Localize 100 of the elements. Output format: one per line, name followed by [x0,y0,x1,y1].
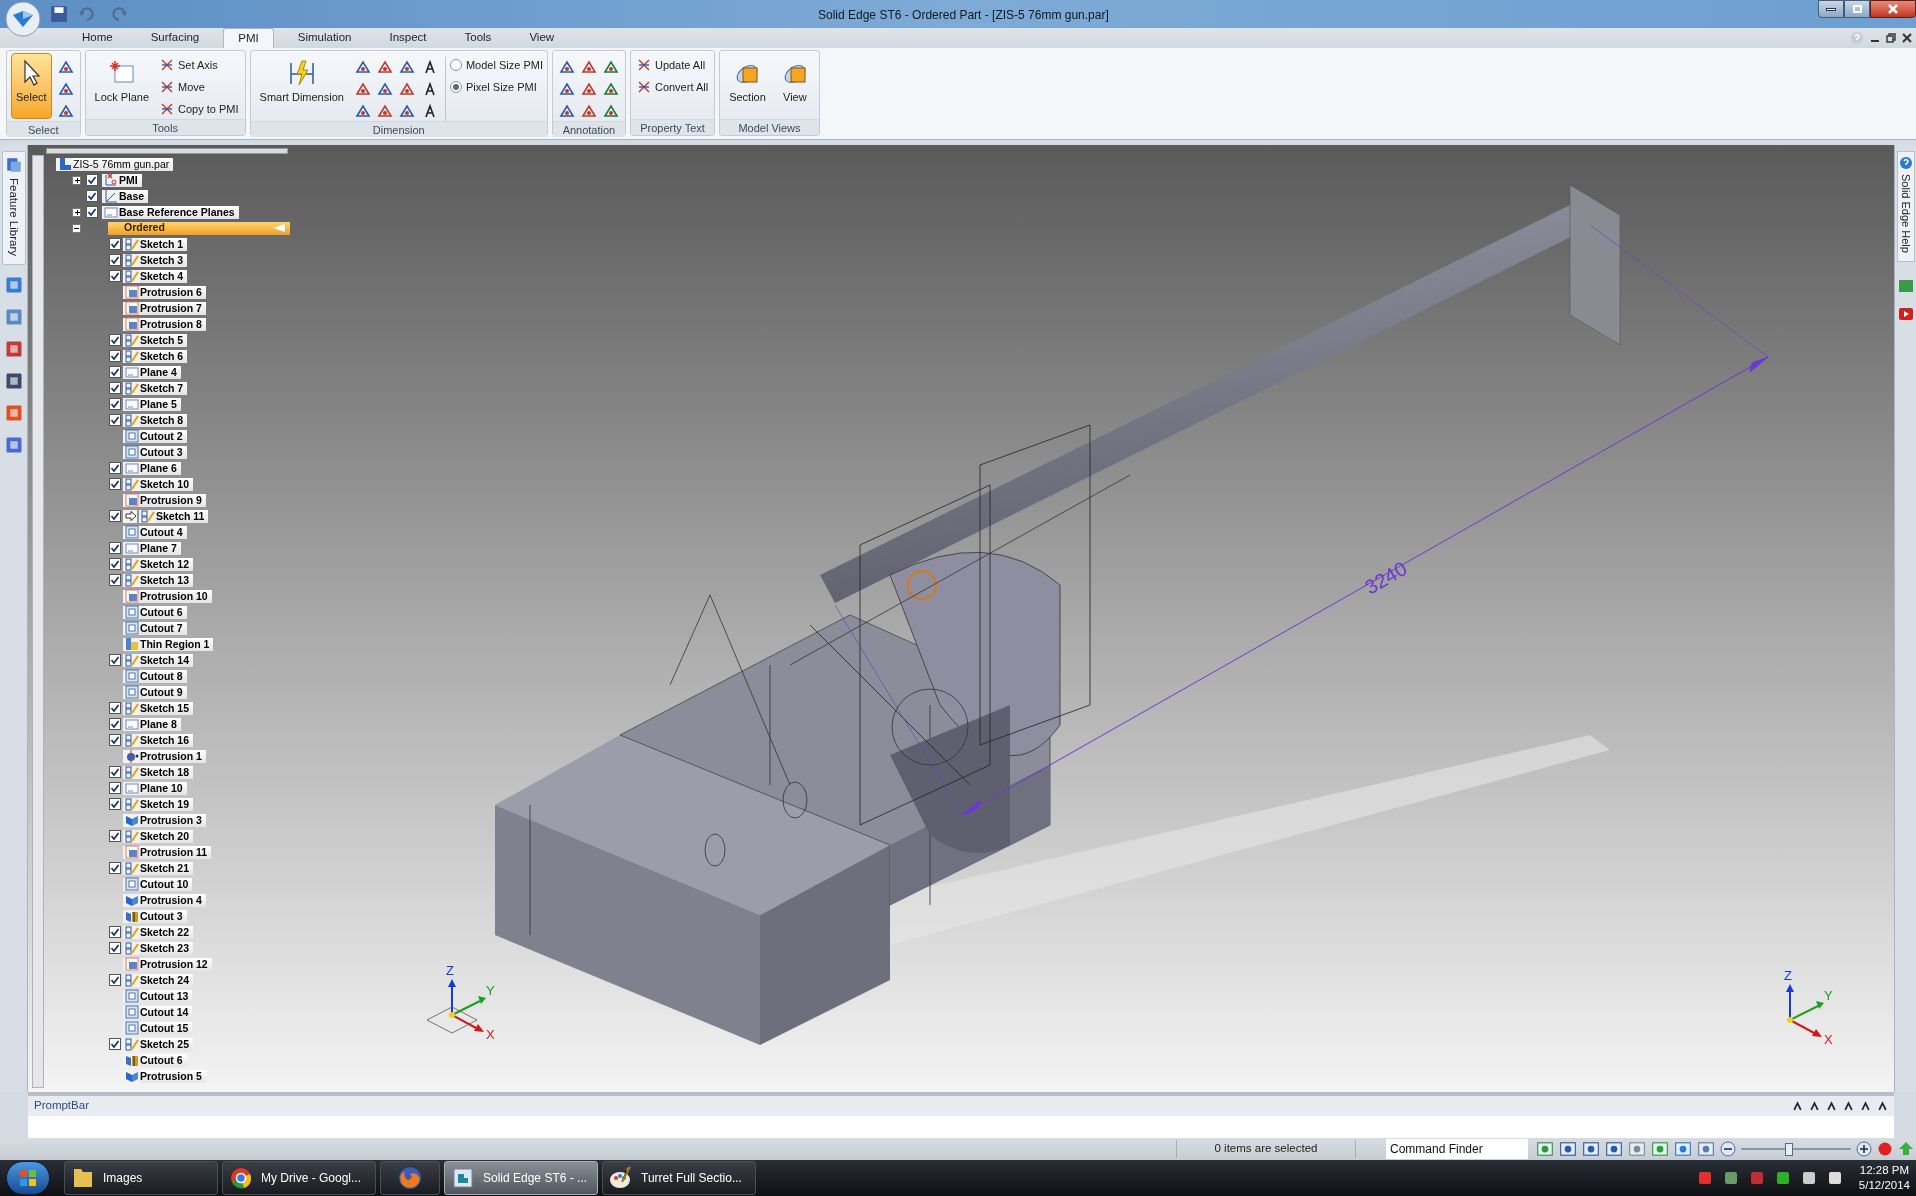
ribbon-large-button[interactable]: Smart Dimension [254,53,349,119]
ribbon-tab[interactable]: Home [68,28,127,48]
tree-item[interactable]: Cutout 6 [140,605,187,619]
ribbon-tab[interactable]: Tools [450,28,506,48]
ribbon-large-button[interactable]: View [774,53,815,119]
tree-item[interactable]: Ordered [108,221,290,235]
tree-item[interactable]: Cutout 14 [140,1005,193,1019]
tree-item[interactable]: Protrusion 6 [140,285,206,299]
tree-item[interactable]: ZIS-5 76mm gun.par [73,157,174,171]
tree-item[interactable]: Protrusion 4 [140,893,206,907]
command-finder-field[interactable]: Command Finder [1386,1139,1528,1159]
tree-item[interactable]: Sketch 3 [140,253,188,267]
prompt-bar-title: PromptBar [34,1098,89,1114]
tree-item[interactable]: Base Reference Planes [119,205,239,219]
group-label: Property Text [630,119,715,135]
tree-item[interactable]: Cutout 13 [140,989,193,1003]
ribbon-large-button[interactable]: Section [724,53,771,119]
tree-item[interactable]: Cutout 4 [140,525,187,539]
tree-item[interactable]: Sketch 21 [140,861,194,875]
tree-item[interactable]: Cutout 7 [140,621,187,635]
tree-item[interactable]: Base [119,189,149,203]
tree-item[interactable]: Sketch 15 [140,701,194,715]
group-label: Model Views [720,119,819,135]
tree-item[interactable]: Protrusion 7 [140,301,206,315]
axis-label: X [486,1027,495,1042]
axis-label: Z [446,963,454,978]
tree-item[interactable]: Sketch 10 [140,477,194,491]
tree-item[interactable]: Cutout 6 [140,1053,187,1067]
tree-item[interactable]: Plane 7 [140,541,181,555]
ribbon-tab[interactable]: Surfacing [136,28,214,48]
axis-label: X [1824,1032,1833,1047]
tree-item[interactable]: Thin Region 1 [140,637,214,651]
tree-item[interactable]: Sketch 7 [140,381,188,395]
axis-label: Y [486,983,495,998]
tree-item[interactable]: Protrusion 10 [140,589,212,603]
group-label: Dimension [250,121,547,137]
tree-item[interactable]: Plane 10 [140,781,187,795]
help-panel-tab[interactable]: Solid Edge Help [1896,151,1915,262]
clock-date: 5/12/2014 [1858,1178,1910,1193]
tree-item[interactable]: Cutout 3 [140,445,187,459]
selection-status: 0 items are selected [1176,1140,1356,1158]
tree-item[interactable]: Cutout 8 [140,669,187,683]
ribbon-small-button[interactable]: Move [158,77,241,97]
tree-item[interactable]: Protrusion 5 [140,1069,206,1083]
ribbon-large-button[interactable]: Select [11,53,52,119]
window-title: Solid Edge ST6 - Ordered Part - [ZIS-5 76mm gun.par] [818,7,1109,24]
ribbon-tab[interactable]: PMI [223,28,274,48]
tree-item[interactable]: Cutout 2 [140,429,187,443]
ribbon-tab[interactable]: Inspect [375,28,441,48]
tree-item[interactable]: Protrusion 3 [140,813,206,827]
taskbar-button[interactable]: Images [64,1161,218,1195]
tree-item[interactable]: PMI [119,173,142,187]
tree-item[interactable]: Sketch 16 [140,733,194,747]
tree-item[interactable]: Protrusion 1 [140,749,206,763]
tree-item[interactable]: Plane 8 [140,717,181,731]
tree-item[interactable]: Plane 5 [140,397,181,411]
dimension-value: 3240 [1361,557,1411,599]
tree-item[interactable]: Sketch 18 [140,765,194,779]
tree-item[interactable]: Sketch 19 [140,797,194,811]
tree-item[interactable]: Cutout 15 [140,1021,193,1035]
tree-item[interactable]: Protrusion 12 [140,957,212,971]
tree-item[interactable]: Sketch 8 [140,413,188,427]
tree-item[interactable]: Sketch 11 [156,509,209,523]
tree-item[interactable]: Sketch 4 [140,269,188,283]
tree-item[interactable]: Protrusion 11 [140,845,212,859]
tree-item[interactable]: Sketch 25 [140,1037,194,1051]
radio-option[interactable]: Pixel Size PMI [449,78,543,96]
taskbar-button[interactable]: My Drive - Googl... [222,1161,376,1195]
ribbon-large-button[interactable]: Lock Plane [89,53,154,119]
tree-item[interactable]: Cutout 9 [140,685,187,699]
taskbar-button[interactable]: Turret Full Sectio... [602,1161,756,1195]
ribbon-tab[interactable]: Simulation [283,28,366,48]
tree-item[interactable]: Sketch 13 [140,573,194,587]
tree-item[interactable]: Cutout 3 [140,909,187,923]
tree-item[interactable]: Sketch 12 [140,557,194,571]
ribbon-small-button[interactable]: Copy to PMI [158,99,241,119]
tree-item[interactable]: Plane 4 [140,365,181,379]
group-label: Annotation [552,121,625,137]
tree-item[interactable]: Sketch 6 [140,349,188,363]
tree-item[interactable]: Protrusion 9 [140,493,206,507]
tree-item[interactable]: Sketch 23 [140,941,194,955]
ribbon-small-button[interactable]: Convert All [634,77,711,97]
group-label: Select [7,121,80,137]
tree-item[interactable]: Sketch 20 [140,829,194,843]
tree-item[interactable]: Sketch 24 [140,973,194,987]
ribbon-small-button[interactable]: Update All [634,55,711,75]
tree-item[interactable]: Protrusion 8 [140,317,206,331]
radio-option[interactable]: Model Size PMI [449,56,543,74]
tree-item[interactable]: Plane 6 [140,461,181,475]
tree-item[interactable]: Sketch 14 [140,653,194,667]
axis-label: Z [1784,968,1792,983]
feature-library-tab[interactable]: Feature Library [1,151,26,265]
tree-item[interactable]: Sketch 1 [140,237,188,251]
axis-label: Y [1824,988,1833,1003]
tree-item[interactable]: Sketch 22 [140,925,194,939]
tree-item[interactable]: Cutout 10 [140,877,193,891]
ribbon-small-button[interactable]: Set Axis [158,55,241,75]
taskbar-button[interactable]: Solid Edge ST6 - ... [444,1161,598,1195]
ribbon-tab[interactable]: View [515,28,569,48]
tree-item[interactable]: Sketch 5 [140,333,188,347]
